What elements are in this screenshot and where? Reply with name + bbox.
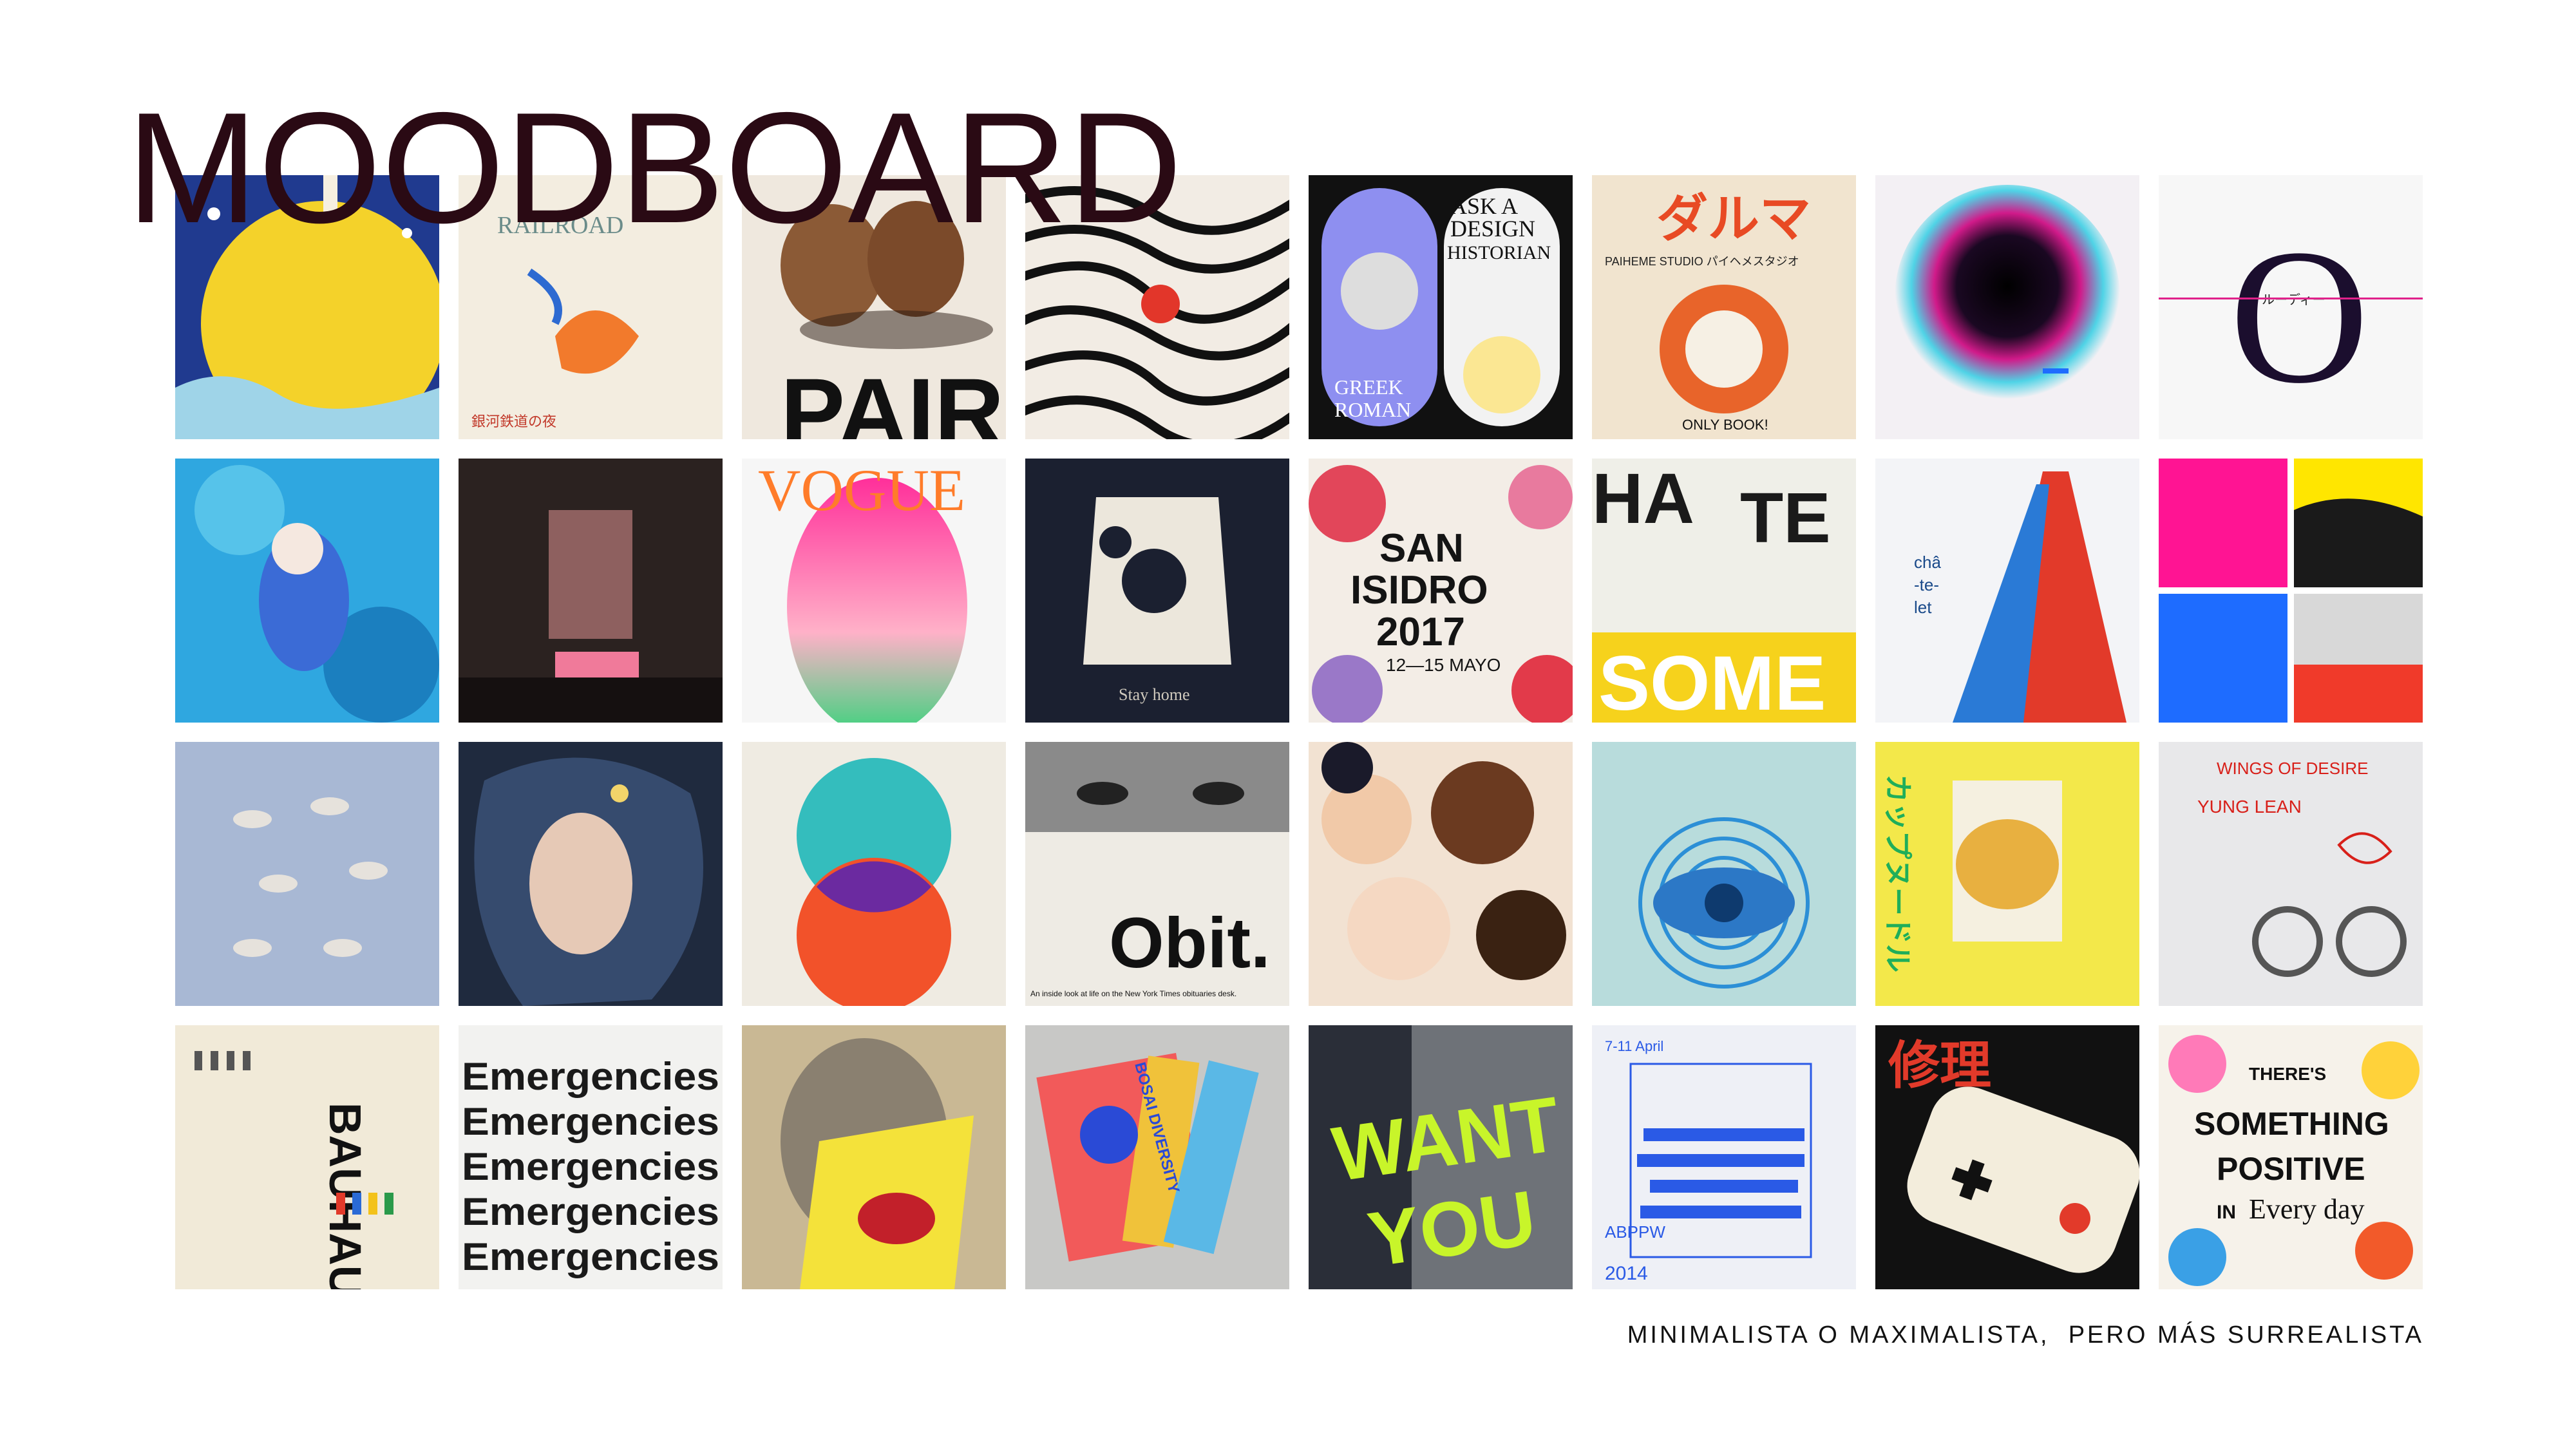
svg-text:TE: TE (1740, 478, 1831, 558)
svg-text:SAN: SAN (1379, 526, 1464, 571)
svg-text:銀河鉄道の夜: 銀河鉄道の夜 (471, 413, 556, 430)
tagline: MINIMALISTA O MAXIMALISTA, PERO MÁS SURR… (1627, 1321, 2424, 1349)
tile-american-in-paris[interactable]: châ -te- let (1875, 459, 2139, 723)
tile-abppw-2014[interactable]: 7-11 April ABPPW 2014 (1592, 1025, 1856, 1289)
tile-design-historian[interactable]: ASK A DESIGN HISTORIAN GREEK ROMAN (1309, 175, 1573, 439)
svg-text:châ: châ (1914, 553, 1941, 572)
svg-text:-te-: -te- (1914, 575, 1939, 594)
svg-text:PAIHEME STUDIO パイヘメスタジオ: PAIHEME STUDIO パイヘメスタジオ (1605, 255, 1799, 268)
tile-vogue-cover[interactable]: VOGUE (742, 459, 1006, 723)
svg-text:GREEK: GREEK (1334, 375, 1403, 399)
svg-text:ルーディー: ルーディー (2262, 292, 2325, 307)
svg-text:2017: 2017 (1376, 610, 1465, 654)
svg-text:PAIR: PAIR (781, 358, 1004, 439)
tile-stay-home[interactable]: Stay home (1025, 459, 1289, 723)
svg-text:7-11 April: 7-11 April (1605, 1038, 1663, 1054)
svg-text:Emergencies: Emergencies (462, 1055, 719, 1098)
svg-text:WINGS OF DESIRE: WINGS OF DESIRE (2217, 759, 2368, 778)
svg-text:Emergencies: Emergencies (462, 1235, 719, 1278)
tile-letter-o-poster[interactable]: O ルーディー (2159, 175, 2423, 439)
svg-text:Obit.: Obit. (1109, 904, 1271, 983)
svg-text:SOME: SOME (1598, 640, 1826, 723)
tile-diverse-faces[interactable] (1309, 742, 1573, 1006)
svg-text:ISIDRO: ISIDRO (1350, 568, 1488, 612)
svg-text:12—15 MAYO: 12—15 MAYO (1386, 655, 1501, 675)
svg-text:Stay home: Stay home (1119, 685, 1190, 704)
svg-text:SOMETHING: SOMETHING (2194, 1106, 2389, 1142)
tile-bosai-diversity[interactable]: BOSAI DIVERSITY (1025, 1025, 1289, 1289)
tile-fish-girl[interactable] (175, 459, 439, 723)
svg-text:HA: HA (1592, 459, 1694, 538)
svg-text:修理: 修理 (1888, 1037, 1991, 1094)
tile-i-want-you[interactable]: WANT YOU (1309, 1025, 1573, 1289)
svg-text:let: let (1914, 598, 1932, 617)
tile-hate-some[interactable]: HA TE SOME (1592, 459, 1856, 723)
tile-floating-figures[interactable] (175, 742, 439, 1006)
svg-text:ROMAN: ROMAN (1334, 398, 1411, 421)
svg-text:Every day: Every day (2249, 1193, 2365, 1225)
svg-text:HISTORIAN: HISTORIAN (1447, 242, 1551, 263)
svg-text:An inside look at life on the: An inside look at life on the New York T… (1030, 989, 1236, 998)
svg-text:ONLY BOOK!: ONLY BOOK! (1682, 417, 1768, 433)
tile-obit-poster[interactable]: Obit. An inside look at life on the New … (1025, 742, 1289, 1006)
tile-something-positive[interactable]: THERE'S SOMETHING POSITIVE IN Every day (2159, 1025, 2423, 1289)
svg-text:Emergencies: Emergencies (462, 1190, 719, 1233)
tile-cup-noodle[interactable]: カップヌードル (1875, 742, 2139, 1006)
svg-text:IN: IN (2217, 1202, 2236, 1223)
tile-san-isidro[interactable]: SAN ISIDRO 2017 12—15 MAYO (1309, 459, 1573, 723)
moodboard-title: MOODBOARD (126, 97, 1182, 251)
svg-text:ABPPW: ABPPW (1605, 1222, 1665, 1242)
svg-text:THERE'S: THERE'S (2249, 1064, 2326, 1084)
image-grid: RAILROAD 銀河鉄道の夜 PAIR ASK A DESIGN HISTOR (175, 175, 2429, 1296)
svg-text:O: O (2230, 209, 2369, 423)
tile-glass-chair[interactable] (459, 459, 723, 723)
tile-two-circles[interactable] (742, 742, 1006, 1006)
svg-text:YUNG LEAN: YUNG LEAN (2197, 797, 2302, 817)
tile-wings-of-desire[interactable]: WINGS OF DESIRE YUNG LEAN (2159, 742, 2423, 1006)
svg-text:DESIGN: DESIGN (1450, 216, 1535, 242)
tile-daruma-anatomy[interactable]: ダルマ PAIHEME STUDIO パイヘメスタジオ ONLY BOOK! (1592, 175, 1856, 439)
tile-woman-galaxy-hair[interactable] (459, 742, 723, 1006)
svg-text:カップヌードル: カップヌードル (1882, 774, 1913, 972)
svg-text:ダルマ: ダルマ (1656, 190, 1811, 247)
tile-game-controller[interactable]: 修理 (1875, 1025, 2139, 1289)
svg-text:VOGUE: VOGUE (758, 459, 965, 523)
tile-gradient-sphere[interactable] (1875, 175, 2139, 439)
svg-text:Emergencies: Emergencies (462, 1145, 719, 1188)
moodboard-title-text: MOODBOARD (126, 97, 1182, 251)
svg-text:2014: 2014 (1605, 1263, 1648, 1284)
svg-text:ASK A: ASK A (1450, 193, 1518, 219)
svg-text:POSITIVE: POSITIVE (2217, 1151, 2365, 1187)
svg-text:Emergencies: Emergencies (462, 1100, 719, 1143)
tile-bauhaus[interactable]: BAUHAUS (175, 1025, 439, 1289)
tile-eye-lines[interactable] (1592, 742, 1856, 1006)
tile-collage-face[interactable] (742, 1025, 1006, 1289)
tile-color-blocks[interactable] (2159, 459, 2423, 723)
tile-emergencies[interactable]: Emergencies Emergencies Emergencies Emer… (459, 1025, 723, 1289)
